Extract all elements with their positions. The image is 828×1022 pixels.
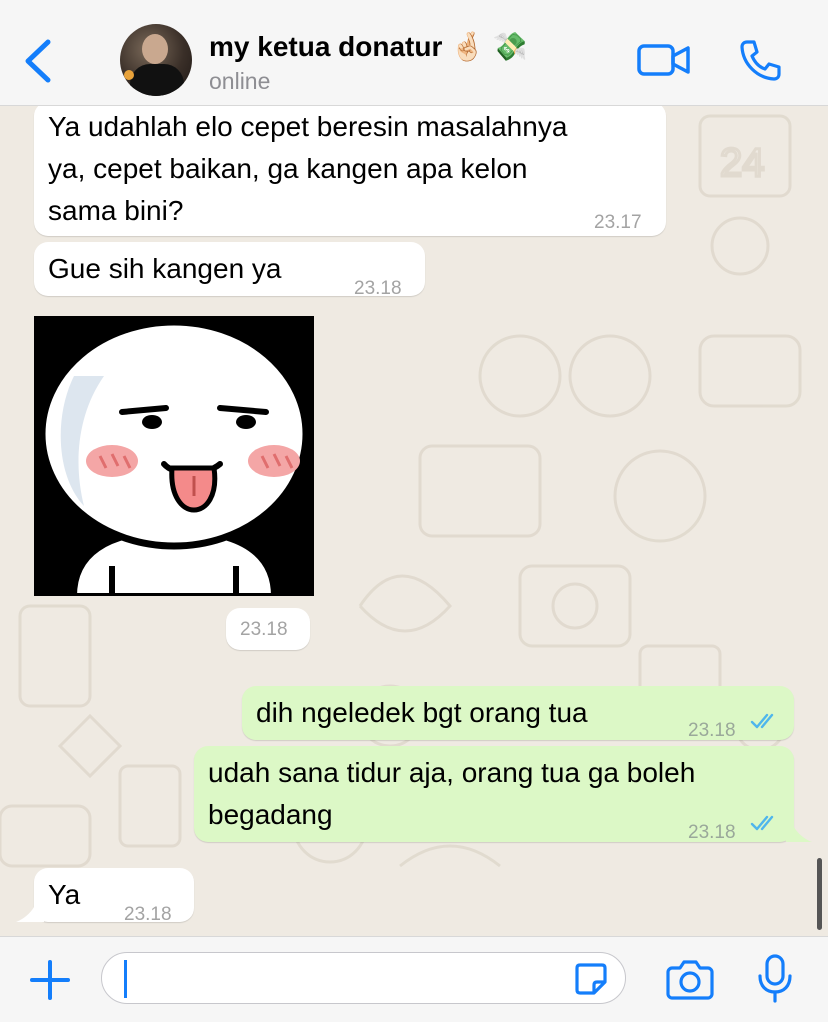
contact-status: online xyxy=(209,68,271,94)
outgoing-bubble-tail xyxy=(786,822,812,842)
double-check-icon xyxy=(750,815,774,831)
chat-header: my ketua donatur 🤞🏻 💸 online xyxy=(0,0,828,106)
chat-scrollbar[interactable] xyxy=(817,858,822,930)
plus-icon[interactable] xyxy=(28,958,72,1002)
message-time: 23.18 xyxy=(354,278,402,299)
contact-avatar[interactable] xyxy=(120,24,192,96)
text-cursor xyxy=(124,960,127,998)
phone-call-icon[interactable] xyxy=(738,38,782,82)
message-text-line: ya, cepet baikan, ga kangen apa kelon xyxy=(48,153,528,184)
message-input[interactable] xyxy=(101,952,626,1004)
outgoing-message[interactable]: udah sana tidur aja, orang tua ga boleh … xyxy=(194,746,794,843)
incoming-message[interactable]: Ya 23.18 xyxy=(34,868,194,925)
svg-text:24: 24 xyxy=(720,141,765,185)
contact-name[interactable]: my ketua donatur 🤞🏻 💸 xyxy=(209,30,528,63)
message-text: Gue sih kangen ya xyxy=(48,253,282,284)
tongue-out-face-sticker-icon xyxy=(34,316,314,596)
sticker-icon[interactable] xyxy=(574,962,608,996)
incoming-message[interactable]: Ya udahlah elo cepet beresin masalahnya … xyxy=(34,106,666,236)
message-time: 23.18 xyxy=(240,619,288,640)
message-text: dih ngeledek bgt orang tua xyxy=(256,697,588,728)
chat-messages[interactable]: 24 Ya udahlah elo cepet beresin masalahn… xyxy=(0,106,828,936)
message-text: Ya xyxy=(48,879,81,910)
double-check-icon xyxy=(750,713,774,729)
back-chevron-icon[interactable] xyxy=(20,36,60,86)
outgoing-message[interactable]: dih ngeledek bgt orang tua 23.18 xyxy=(242,686,794,741)
message-time: 23.17 xyxy=(594,212,642,233)
sticker-message[interactable] xyxy=(34,316,314,596)
incoming-bubble-tail xyxy=(16,902,44,922)
camera-icon[interactable] xyxy=(666,958,714,1000)
message-text-line: udah sana tidur aja, orang tua ga boleh xyxy=(208,757,696,788)
video-call-icon[interactable] xyxy=(636,42,692,78)
message-text-line: begadang xyxy=(208,799,333,830)
message-text-line: sama bini? xyxy=(48,195,184,226)
microphone-icon[interactable] xyxy=(756,954,794,1004)
sticker-timestamp: 23.18 xyxy=(226,608,310,650)
message-text-line: Ya udahlah elo cepet beresin masalahnya xyxy=(48,111,568,142)
message-time: 23.18 xyxy=(688,822,736,843)
incoming-message[interactable]: Gue sih kangen ya 23.18 xyxy=(34,242,425,299)
message-time: 23.18 xyxy=(124,904,172,925)
